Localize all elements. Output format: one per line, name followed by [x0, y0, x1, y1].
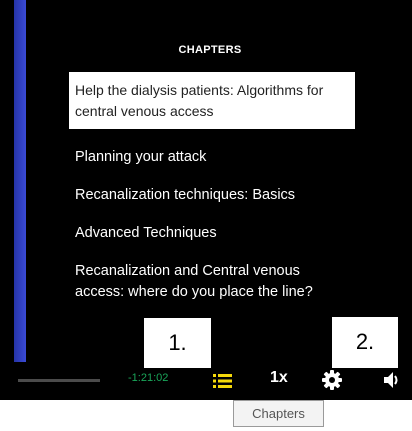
chapter-item-2[interactable]: Planning your attack [69, 145, 355, 170]
gear-icon [322, 370, 342, 390]
settings-button[interactable] [322, 370, 342, 390]
video-side-stripe [14, 0, 26, 362]
speaker-icon [384, 372, 398, 388]
chapter-list: Help the dialysis patients: Algorithms f… [69, 72, 355, 318]
volume-button[interactable] [383, 371, 403, 389]
chapters-button[interactable] [213, 374, 233, 388]
chapter-item-5[interactable]: Recanalization and Central venous access… [69, 259, 355, 305]
annotation-callout-2: 2. [331, 316, 399, 369]
chapter-item-3[interactable]: Recanalization techniques: Basics [69, 183, 355, 208]
progress-bar[interactable] [18, 379, 100, 382]
list-icon [213, 374, 232, 388]
annotation-callout-1: 1. [143, 317, 212, 369]
chapters-tooltip: Chapters [233, 400, 324, 427]
chapter-item-4[interactable]: Advanced Techniques [69, 221, 355, 246]
chapter-item-1[interactable]: Help the dialysis patients: Algorithms f… [69, 72, 355, 129]
chapters-panel-title: CHAPTERS [178, 44, 242, 56]
time-remaining: -1:21:02 [128, 372, 169, 384]
playback-speed-button[interactable]: 1x [270, 369, 288, 387]
control-bar: -1:21:02 1x [0, 366, 412, 400]
